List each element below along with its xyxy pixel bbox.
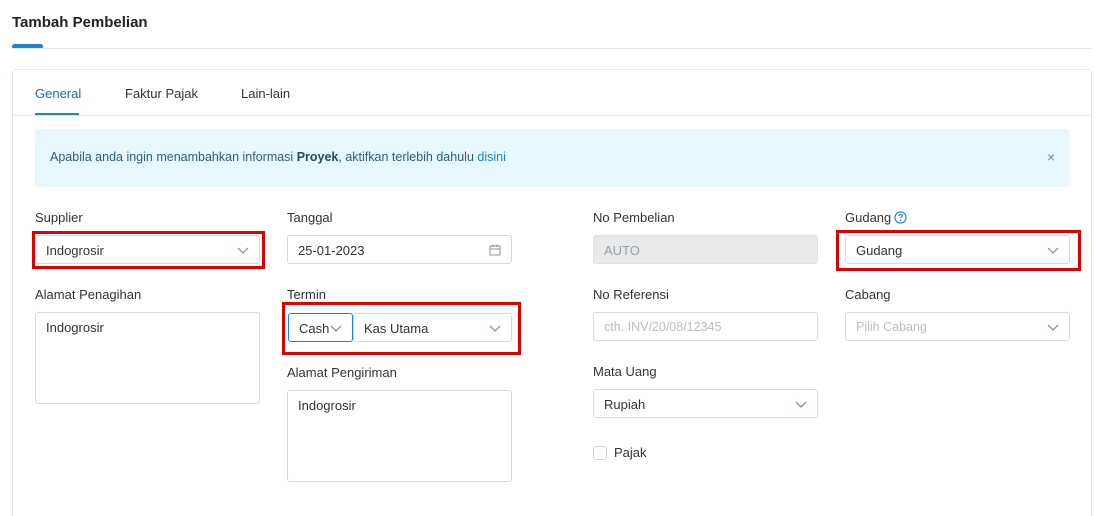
alert-text-after: , aktifkan terlebih dahulu	[338, 150, 478, 164]
pajak-label: Pajak	[614, 445, 647, 460]
alamat-pengiriman-label: Alamat Pengiriman	[287, 365, 397, 380]
gudang-label-text: Gudang	[845, 210, 892, 225]
supplier-label: Supplier	[35, 210, 83, 225]
tab-general[interactable]: General	[35, 86, 81, 101]
active-tab-indicator	[35, 113, 79, 115]
tanggal-label: Tanggal	[287, 210, 333, 225]
help-icon[interactable]	[894, 211, 907, 224]
no-referensi-label: No Referensi	[593, 287, 669, 302]
termin-label: Termin	[287, 287, 327, 302]
no-referensi-placeholder: cth. INV/20/08/12345	[604, 320, 722, 334]
no-referensi-input[interactable]: cth. INV/20/08/12345	[593, 312, 818, 341]
mata-uang-value: Rupiah	[604, 397, 646, 412]
close-icon[interactable]: ×	[1047, 149, 1055, 165]
alamat-pengiriman-textarea[interactable]: Indogrosir	[287, 390, 512, 482]
tanggal-date-input[interactable]: 25-01-2023	[287, 235, 512, 264]
cabang-label: Cabang	[845, 287, 891, 302]
tanggal-value: 25-01-2023	[298, 243, 365, 258]
no-pembelian-value: AUTO	[604, 243, 640, 258]
no-pembelian-label: No Pembelian	[593, 210, 675, 225]
alamat-penagihan-value: Indogrosir	[46, 320, 104, 335]
cabang-placeholder: Pilih Cabang	[856, 320, 927, 334]
chevron-down-icon	[1047, 324, 1059, 331]
cabang-select[interactable]: Pilih Cabang	[845, 312, 1070, 341]
no-pembelian-input: AUTO	[593, 235, 818, 264]
alamat-penagihan-textarea[interactable]: Indogrosir	[35, 312, 260, 404]
alert-text-before: Apabila anda ingin menambahkan informasi	[50, 150, 297, 164]
info-alert: Apabila anda ingin menambahkan informasi…	[35, 129, 1069, 187]
supplier-highlight-box	[32, 231, 265, 269]
chevron-down-icon	[795, 401, 807, 408]
tab-bar: General Faktur Pajak Lain-lain	[13, 70, 1091, 116]
gudang-highlight-box	[836, 230, 1081, 271]
pajak-checkbox[interactable]	[593, 446, 607, 460]
page-title: Tambah Pembelian	[12, 14, 148, 31]
alamat-pengiriman-value: Indogrosir	[298, 398, 356, 413]
alert-text-bold: Proyek	[296, 150, 339, 164]
calendar-icon[interactable]	[489, 244, 501, 256]
tab-lain-lain[interactable]: Lain-lain	[241, 86, 290, 101]
form-card: General Faktur Pajak Lain-lain Apabila a…	[12, 69, 1092, 516]
mata-uang-label: Mata Uang	[593, 364, 657, 379]
gudang-label: Gudang	[845, 210, 907, 225]
mata-uang-select[interactable]: Rupiah	[593, 389, 818, 418]
title-divider	[12, 48, 1092, 49]
termin-highlight-box	[282, 302, 521, 355]
alamat-penagihan-label: Alamat Penagihan	[35, 287, 142, 302]
alert-link-disini[interactable]: disini	[477, 150, 506, 164]
alert-message: Apabila anda ingin menambahkan informasi…	[50, 150, 506, 164]
tab-faktur-pajak[interactable]: Faktur Pajak	[125, 86, 198, 101]
